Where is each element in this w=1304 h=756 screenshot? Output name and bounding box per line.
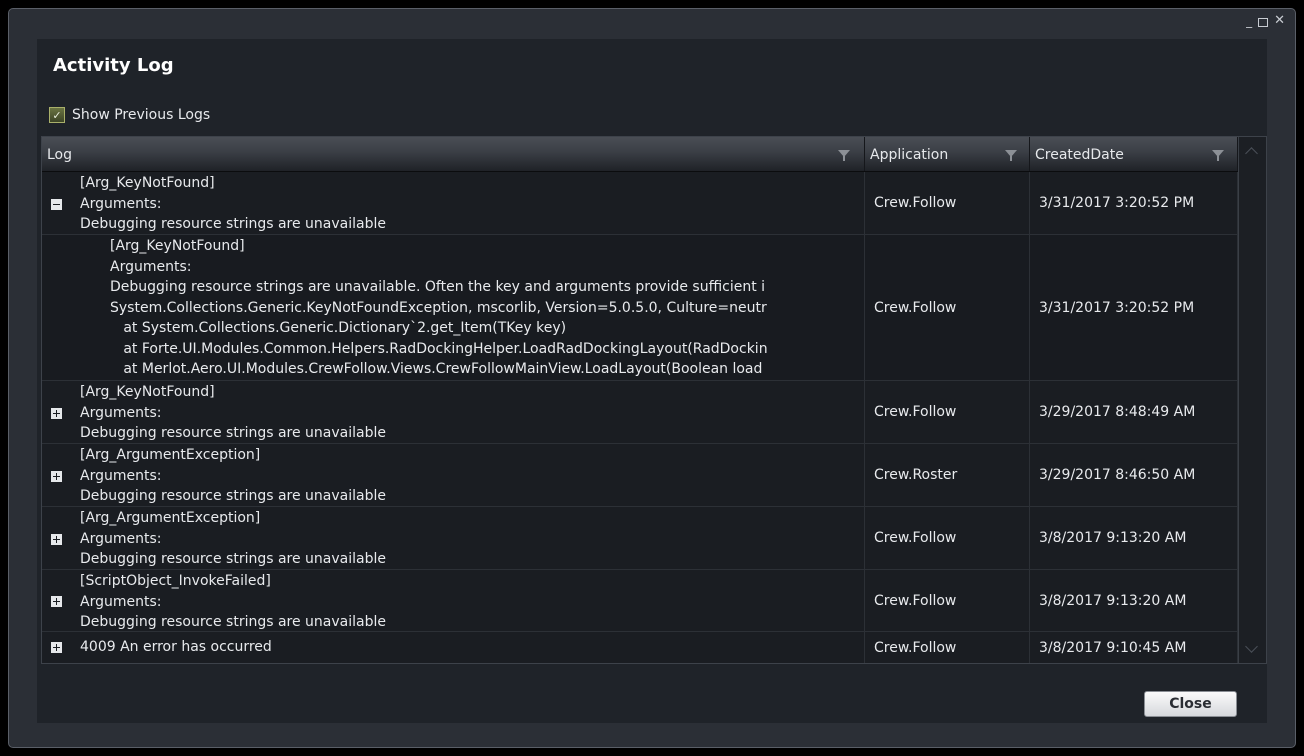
- log-text: [Arg_ArgumentException] Arguments: Debuggi…: [80, 447, 386, 505]
- table-row[interactable]: [Arg_ArgumentException] Arguments: Debuggi…: [42, 507, 1238, 570]
- column-header-log[interactable]: Log: [42, 137, 865, 171]
- column-header-application[interactable]: Application: [865, 137, 1030, 171]
- log-text: 4009 An error has occurred: [80, 639, 272, 655]
- maximize-button[interactable]: [1258, 18, 1269, 27]
- dialog-panel: Activity Log ✓ Show Previous Logs Log Ap…: [37, 39, 1267, 723]
- table-row-detail: [Arg_KeyNotFound] Arguments: Debugging res…: [42, 235, 1238, 381]
- close-window-button[interactable]: ✕: [1274, 13, 1285, 29]
- activity-log-grid: Log Application CreatedDate [Arg_KeyNotF…: [41, 136, 1267, 664]
- log-text: [Arg_KeyNotFound] Arguments: Debugging res…: [80, 175, 386, 233]
- table-row[interactable]: [ScriptObject_InvokeFailed] Arguments: Deb…: [42, 570, 1238, 632]
- column-header-created-date-label: CreatedDate: [1035, 147, 1124, 163]
- created-date-cell: 3/29/2017 8:48:49 AM: [1030, 381, 1238, 443]
- page-title: Activity Log: [53, 55, 174, 76]
- window-controls: _ ✕: [1246, 13, 1285, 29]
- application-cell: Crew.Roster: [865, 444, 1030, 506]
- expand-icon[interactable]: [51, 642, 62, 653]
- filter-icon[interactable]: [838, 150, 850, 161]
- table-row[interactable]: [Arg_KeyNotFound] Arguments: Debugging res…: [42, 172, 1238, 235]
- scroll-down-icon[interactable]: [1245, 640, 1258, 653]
- column-header-application-label: Application: [870, 147, 949, 163]
- expand-icon[interactable]: [51, 408, 62, 419]
- filter-icon[interactable]: [1005, 150, 1017, 161]
- vertical-scrollbar[interactable]: [1238, 137, 1266, 663]
- application-cell: Crew.Follow: [865, 507, 1030, 569]
- expand-icon[interactable]: [51, 471, 62, 482]
- close-button[interactable]: Close: [1144, 691, 1237, 717]
- log-cell: [Arg_KeyNotFound] Arguments: Debugging res…: [42, 172, 865, 234]
- application-cell: Crew.Follow: [865, 235, 1030, 380]
- application-cell: Crew.Follow: [865, 570, 1030, 631]
- log-text: [ScriptObject_InvokeFailed] Arguments: Deb…: [80, 573, 386, 631]
- scroll-up-icon[interactable]: [1245, 147, 1258, 160]
- expand-icon[interactable]: [51, 534, 62, 545]
- table-row[interactable]: 4009 An error has occurred Crew.Follow 3…: [42, 632, 1238, 663]
- log-cell: [Arg_ArgumentException] Arguments: Debuggi…: [42, 507, 865, 569]
- column-header-created-date[interactable]: CreatedDate: [1030, 137, 1238, 171]
- application-cell: Crew.Follow: [865, 632, 1030, 663]
- minimize-button[interactable]: _: [1246, 13, 1252, 29]
- column-header-log-label: Log: [47, 147, 73, 163]
- log-detail-cell: [Arg_KeyNotFound] Arguments: Debugging res…: [42, 235, 865, 380]
- created-date-cell: 3/29/2017 8:46:50 AM: [1030, 444, 1238, 506]
- table-row[interactable]: [Arg_ArgumentException] Arguments: Debuggi…: [42, 444, 1238, 507]
- created-date-cell: 3/8/2017 9:13:20 AM: [1030, 507, 1238, 569]
- created-date-cell: 3/31/2017 3:20:52 PM: [1030, 172, 1238, 234]
- log-cell: 4009 An error has occurred: [42, 632, 865, 663]
- created-date-cell: 3/8/2017 9:13:20 AM: [1030, 570, 1238, 631]
- show-previous-logs-checkbox[interactable]: ✓: [49, 107, 65, 123]
- log-text: [Arg_ArgumentException] Arguments: Debuggi…: [80, 510, 386, 568]
- show-previous-logs-label: Show Previous Logs: [72, 107, 211, 123]
- collapse-icon[interactable]: [51, 199, 62, 210]
- created-date-cell: 3/8/2017 9:10:45 AM: [1030, 632, 1238, 663]
- log-detail-text: [Arg_KeyNotFound] Arguments: Debugging res…: [110, 238, 768, 377]
- application-cell: Crew.Follow: [865, 172, 1030, 234]
- activity-log-window: _ ✕ Activity Log ✓ Show Previous Logs Lo…: [8, 8, 1296, 748]
- created-date-cell: 3/31/2017 3:20:52 PM: [1030, 235, 1238, 380]
- show-previous-logs-toggle[interactable]: ✓ Show Previous Logs: [49, 107, 210, 123]
- log-cell: [Arg_KeyNotFound] Arguments: Debugging res…: [42, 381, 865, 443]
- application-cell: Crew.Follow: [865, 381, 1030, 443]
- log-text: [Arg_KeyNotFound] Arguments: Debugging res…: [80, 384, 386, 442]
- expand-icon[interactable]: [51, 596, 62, 607]
- filter-icon[interactable]: [1212, 150, 1224, 161]
- log-cell: [ScriptObject_InvokeFailed] Arguments: Deb…: [42, 570, 865, 631]
- grid-header: Log Application CreatedDate: [42, 137, 1238, 172]
- table-row[interactable]: [Arg_KeyNotFound] Arguments: Debugging res…: [42, 381, 1238, 444]
- log-cell: [Arg_ArgumentException] Arguments: Debuggi…: [42, 444, 865, 506]
- scrollbar-track[interactable]: [1242, 161, 1263, 639]
